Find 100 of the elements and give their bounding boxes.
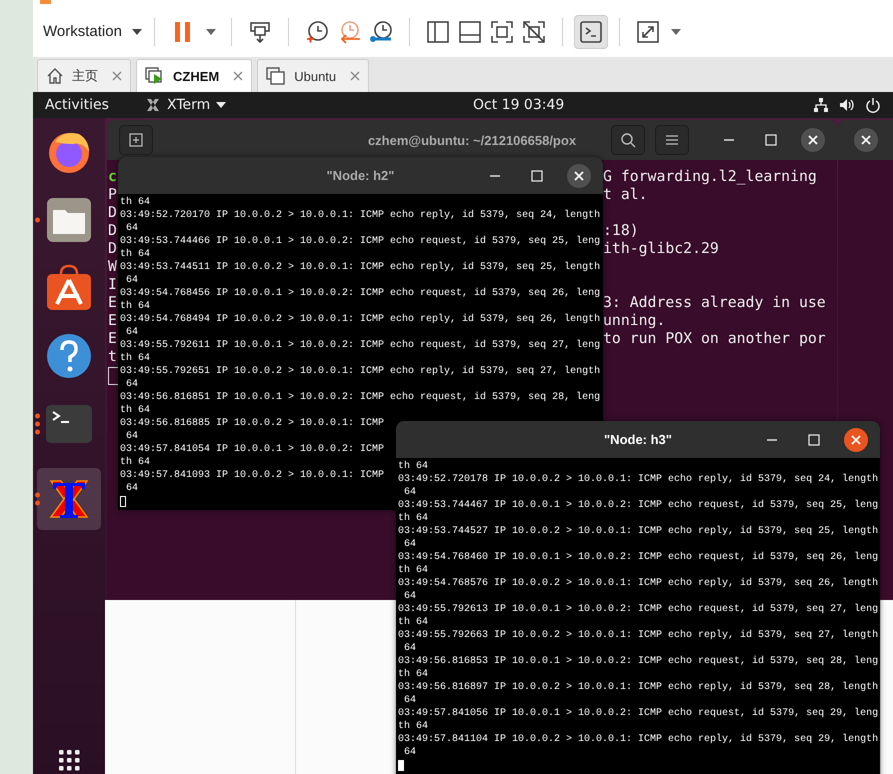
terminal-line: 03:49:55.792613 IP 10.0.0.1 > 10.0.0.2: ICMP echo request, id 5379, seq 27, leng — [398, 603, 878, 616]
fit-window-icon[interactable] — [634, 18, 661, 44]
terminal-text: E — [108, 312, 117, 329]
menu-icon — [665, 134, 679, 146]
terminal-line: 64 — [125, 378, 138, 391]
tab[interactable]: CZHEM — [136, 59, 252, 92]
running-dots-icon — [35, 492, 40, 506]
terminal-text: 3: Address already in use — [603, 294, 826, 311]
terminal-line: 03:49:54.768576 IP 10.0.0.2 > 10.0.0.1: ICMP echo reply, id 5379, seq 26, length — [398, 577, 878, 590]
app-grid-icon[interactable] — [57, 748, 81, 772]
terminal-line: 03:49:57.841056 IP 10.0.0.1 > 10.0.0.2: ICMP echo request, id 5379, seq 29, leng — [398, 707, 878, 720]
tab[interactable]: 主页 — [37, 59, 131, 92]
vm-icon — [266, 67, 286, 85]
close-button[interactable] — [854, 128, 878, 152]
close-icon[interactable] — [112, 71, 122, 81]
maximize-icon — [765, 134, 777, 146]
minimize-icon — [723, 139, 735, 141]
shopping-bag-icon[interactable] — [45, 264, 93, 312]
terminal-line: 64 — [403, 642, 416, 655]
folder-icon[interactable] — [45, 196, 93, 244]
menu-button[interactable] — [655, 125, 689, 155]
minimize-icon — [489, 174, 501, 176]
terminal-line: 03:49:53.744467 IP 10.0.0.1 > 10.0.0.2: ICMP echo request, id 5379, seq 25, leng — [398, 499, 878, 512]
close-icon[interactable] — [233, 71, 244, 81]
running-dots-icon — [35, 414, 40, 434]
terminal-text: t — [108, 348, 117, 365]
caret-icon[interactable] — [132, 28, 142, 34]
terminal-text: :18) — [603, 222, 639, 239]
new-tab-button[interactable] — [119, 125, 153, 155]
volume-icon[interactable] — [839, 97, 855, 113]
close-icon — [807, 134, 819, 146]
power-icon[interactable] — [865, 97, 881, 113]
tab[interactable]: Ubuntu — [257, 59, 370, 92]
terminal-text: G forwarding.l2_learning — [603, 168, 817, 185]
new-tab-icon — [129, 133, 143, 147]
terminal-line: 03:49:56.816897 IP 10.0.0.2 > 10.0.0.1: ICMP echo reply, id 5379, seq 28, length — [398, 681, 878, 694]
close-icon — [573, 170, 585, 182]
full-screen-icon[interactable] — [488, 18, 515, 44]
terminal-line: 03:49:53.744466 IP 10.0.0.1 > 10.0.0.2: ICMP echo request, id 5379, seq 25, leng — [120, 235, 600, 248]
running-dots-icon — [35, 218, 40, 222]
terminal-line: 64 — [403, 590, 416, 603]
minimize-icon — [766, 438, 778, 440]
terminal-text: D — [108, 222, 117, 239]
terminal-line: 03:49:54.768456 IP 10.0.0.1 > 10.0.0.2: ICMP echo request, id 5379, seq 26, leng — [120, 287, 600, 300]
terminal-line: th 64 — [120, 196, 150, 209]
app-menu[interactable]: XTerm — [145, 97, 226, 113]
workstation-menu[interactable]: Workstation — [43, 19, 142, 44]
terminal-line: 03:49:57.841093 IP 10.0.0.2 > 10.0.0.1: ICMP — [120, 469, 384, 482]
terminal-line: th 64 — [120, 404, 150, 417]
terminal-line: 03:49:55.792651 IP 10.0.0.2 > 10.0.0.1: ICMP echo reply, id 5379, seq 27, length — [120, 365, 600, 378]
terminal-line: th 64 — [398, 720, 428, 733]
terminal-line: 64 — [403, 694, 416, 707]
terminal-line: 03:49:56.816885 IP 10.0.0.2 > 10.0.0.1: ICMP — [120, 417, 384, 430]
clock[interactable]: Oct 19 03:49 — [473, 97, 564, 113]
help-icon[interactable] — [45, 332, 93, 380]
terminal-line: 03:49:53.744527 IP 10.0.0.2 > 10.0.0.1: ICMP echo reply, id 5379, seq 25, length — [398, 525, 878, 538]
search-button[interactable] — [611, 125, 645, 155]
terminal-line: 03:49:57.841104 IP 10.0.0.2 > 10.0.0.1: ICMP echo reply, id 5379, seq 29, length — [398, 733, 878, 746]
terminal-text: W — [108, 258, 117, 275]
terminal-line: 03:49:57.841054 IP 10.0.0.1 > 10.0.0.2: ICMP — [120, 443, 384, 456]
terminal-line: 03:49:55.792663 IP 10.0.0.2 > 10.0.0.1: ICMP echo reply, id 5379, seq 27, length — [398, 629, 878, 642]
terminal-line: 03:49:52.720178 IP 10.0.0.2 > 10.0.0.1: ICMP echo reply, id 5379, seq 24, length — [398, 473, 878, 486]
bottom-panel-icon[interactable] — [456, 18, 483, 44]
terminal-text: to run POX on another por — [603, 330, 826, 347]
terminal-text: unning. — [603, 312, 666, 329]
close-button[interactable] — [844, 428, 868, 452]
snapshot-manager-icon[interactable] — [368, 18, 394, 44]
maximize-icon — [531, 170, 543, 182]
terminal-icon[interactable] — [45, 404, 93, 444]
close-icon — [850, 434, 862, 446]
console-view-button[interactable] — [574, 16, 607, 48]
caret-icon[interactable] — [216, 102, 226, 108]
sidebar-icon[interactable] — [424, 18, 451, 44]
network-icon[interactable] — [813, 97, 829, 113]
window-title: czhem@ubuntu: ~/212106658/pox — [368, 132, 576, 148]
terminal-text: E — [108, 294, 117, 311]
maximize-icon — [808, 434, 820, 446]
terminal-line: 03:49:55.792611 IP 10.0.0.1 > 10.0.0.2: ICMP echo request, id 5379, seq 27, leng — [120, 339, 600, 352]
terminal-text: ith-glibc2.29 — [603, 240, 719, 257]
terminal-line: th 64 — [398, 616, 428, 629]
close-icon[interactable] — [350, 71, 360, 81]
window-title: "Node: h2" — [326, 168, 394, 183]
close-button[interactable] — [567, 164, 591, 188]
search-icon — [620, 132, 636, 148]
window-title: "Node: h3" — [604, 432, 672, 447]
activities-button[interactable]: Activities — [45, 97, 145, 113]
terminal-line: 64 — [125, 482, 138, 495]
terminal-line: 03:49:53.744511 IP 10.0.0.2 > 10.0.0.1: ICMP echo reply, id 5379, seq 25, length — [120, 261, 600, 274]
terminal-line: 03:49:52.720170 IP 10.0.0.2 > 10.0.0.1: ICMP echo reply, id 5379, seq 24, length — [120, 209, 600, 222]
terminal-line: 03:49:54.768460 IP 10.0.0.1 > 10.0.0.2: ICMP echo request, id 5379, seq 26, leng — [398, 551, 878, 564]
terminal-line: th 64 — [398, 460, 428, 473]
terminal-line: 64 — [125, 430, 138, 443]
terminal-line: 64 — [125, 326, 138, 339]
unity-off-icon[interactable] — [520, 18, 547, 44]
terminal-text: D — [108, 204, 117, 221]
app-icon — [40, 0, 51, 4]
terminal-line: 64 — [403, 538, 416, 551]
terminal-text: t al. — [603, 186, 648, 203]
x-logo-icon — [145, 97, 161, 113]
close-button[interactable] — [801, 128, 825, 152]
